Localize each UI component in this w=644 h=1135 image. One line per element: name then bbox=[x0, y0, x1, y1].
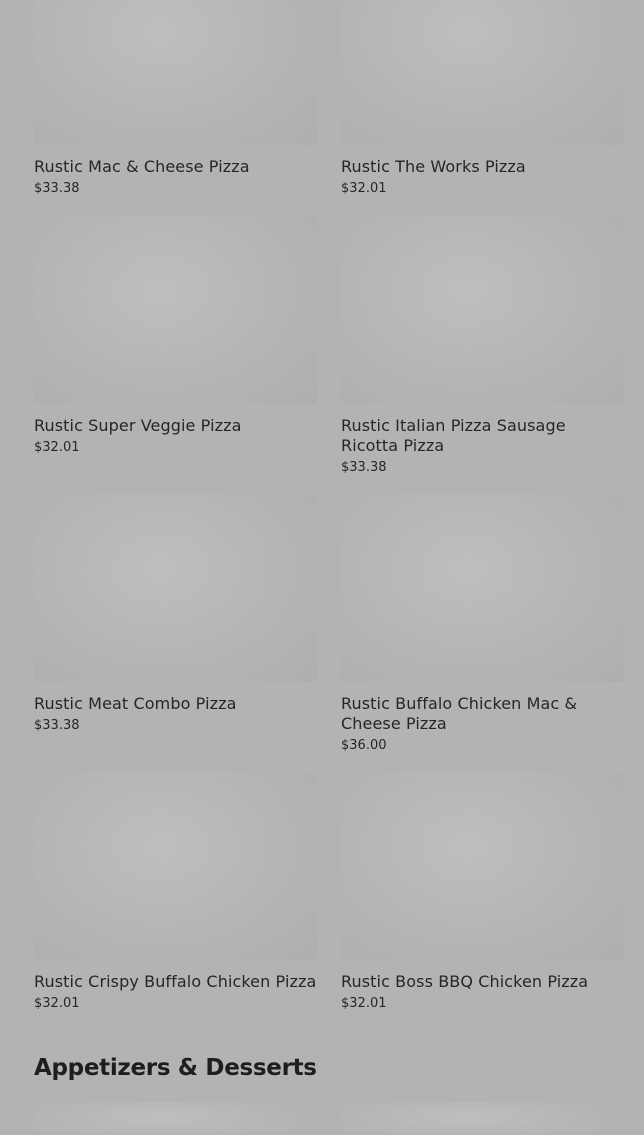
item-image[interactable] bbox=[34, 494, 317, 682]
item-name[interactable]: Rustic Italian Pizza Sausage Ricotta Piz… bbox=[341, 416, 624, 456]
item-price: $33.38 bbox=[341, 460, 387, 475]
item-image[interactable] bbox=[34, 0, 317, 145]
item-name[interactable]: Rustic Boss BBQ Chicken Pizza bbox=[341, 972, 624, 992]
item-image[interactable] bbox=[341, 216, 624, 404]
item-name[interactable]: Rustic Buffalo Chicken Mac & Cheese Pizz… bbox=[341, 694, 624, 734]
menu-item-card[interactable]: Rustic The Works Pizza $32.01 bbox=[341, 0, 624, 197]
item-image[interactable] bbox=[341, 1102, 624, 1135]
item-price: $32.01 bbox=[34, 440, 80, 455]
menu-item-card[interactable]: Rustic Super Veggie Pizza $32.01 bbox=[34, 216, 317, 456]
item-price: $36.00 bbox=[341, 738, 387, 753]
menu-item-card[interactable]: Rustic Boss BBQ Chicken Pizza $32.01 bbox=[341, 772, 624, 1012]
item-image[interactable] bbox=[341, 772, 624, 960]
item-price: $32.01 bbox=[34, 996, 80, 1011]
item-name[interactable]: Rustic The Works Pizza bbox=[341, 157, 624, 177]
item-image[interactable] bbox=[341, 494, 624, 682]
item-name[interactable]: Rustic Super Veggie Pizza bbox=[34, 416, 317, 436]
item-image[interactable] bbox=[34, 772, 317, 960]
item-name[interactable]: Rustic Meat Combo Pizza bbox=[34, 694, 317, 714]
item-image[interactable] bbox=[34, 1102, 317, 1135]
menu-item-card[interactable]: Rustic Meat Combo Pizza $33.38 bbox=[34, 494, 317, 734]
item-image[interactable] bbox=[341, 0, 624, 145]
item-price: $32.01 bbox=[341, 181, 387, 196]
item-price: $32.01 bbox=[341, 996, 387, 1011]
section-heading: Appetizers & Desserts bbox=[34, 1055, 317, 1081]
item-price: $33.38 bbox=[34, 181, 80, 196]
item-image[interactable] bbox=[34, 216, 317, 404]
menu-item-card[interactable]: Rustic Italian Pizza Sausage Ricotta Piz… bbox=[341, 216, 624, 476]
item-price: $33.38 bbox=[34, 718, 80, 733]
item-name[interactable]: Rustic Mac & Cheese Pizza bbox=[34, 157, 317, 177]
menu-item-card[interactable]: Rustic Buffalo Chicken Mac & Cheese Pizz… bbox=[341, 494, 624, 754]
menu-page: Rustic Mac & Cheese Pizza $33.38 Rustic … bbox=[0, 0, 644, 1135]
item-name[interactable]: Rustic Crispy Buffalo Chicken Pizza bbox=[34, 972, 317, 992]
menu-item-card[interactable]: Rustic Crispy Buffalo Chicken Pizza $32.… bbox=[34, 772, 317, 1012]
menu-item-card[interactable]: Rustic Mac & Cheese Pizza $33.38 bbox=[34, 0, 317, 197]
